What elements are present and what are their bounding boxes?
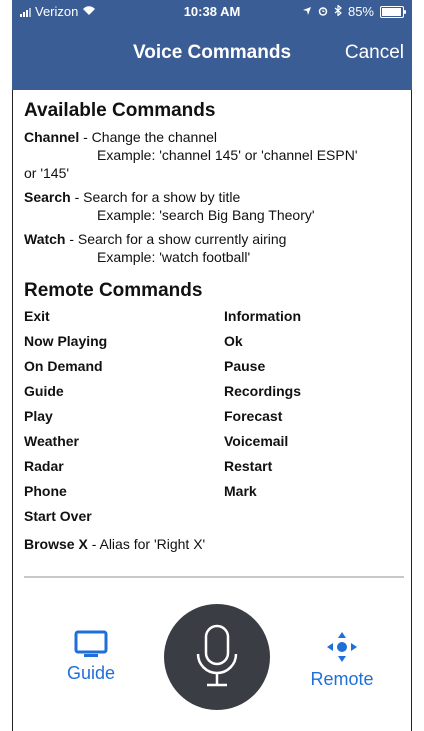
command-search: Search - Search for a show by title Exam… <box>24 188 404 224</box>
navigation-bar: Voice Commands Cancel <box>12 38 412 74</box>
command-name: Channel <box>24 129 80 145</box>
remote-tab-label: Remote <box>310 669 374 689</box>
command-name: Watch <box>24 231 66 247</box>
location-arrow-icon <box>302 4 312 19</box>
remote-command: Exit <box>24 308 50 324</box>
command-example: Example: 'search Big Bang Theory' <box>97 207 315 223</box>
dpad-icon <box>302 630 382 669</box>
remote-command: Ok <box>224 333 243 349</box>
status-bar: Verizon 10:38 AM 85% <box>12 0 412 22</box>
remote-command: Radar <box>24 458 64 474</box>
remote-command: Voicemail <box>224 433 289 449</box>
command-example: Example: 'watch football' <box>97 249 251 265</box>
remote-tab[interactable]: Remote <box>302 630 382 690</box>
remote-command: Guide <box>24 383 64 399</box>
browse-command-desc: - Alias for 'Right X' <box>87 536 206 552</box>
remote-command: Phone <box>24 483 67 499</box>
commands-content: Available Commands Channel - Change the … <box>24 100 404 552</box>
battery-percent: 85% <box>347 4 374 19</box>
command-example-extra: or '145' <box>24 165 70 181</box>
browse-command-name: Browse X <box>24 536 88 552</box>
command-desc: - Change the channel <box>79 129 217 145</box>
command-example: Example: 'channel 145' or 'channel ESPN' <box>97 147 358 163</box>
remote-command: On Demand <box>24 358 103 374</box>
battery-icon <box>380 5 406 18</box>
header: Verizon 10:38 AM 85% Voice Commands Canc… <box>12 0 412 90</box>
remote-command: Now Playing <box>24 333 108 349</box>
remote-command: Pause <box>224 358 266 374</box>
guide-tab-label: Guide <box>66 663 116 683</box>
remote-command: Restart <box>224 458 273 474</box>
command-channel: Channel - Change the channel Example: 'c… <box>24 128 404 182</box>
microphone-button[interactable] <box>164 604 270 710</box>
remote-command: Start Over <box>24 508 92 524</box>
remote-commands-heading: Remote Commands <box>24 280 203 301</box>
tv-icon <box>56 630 126 663</box>
command-watch: Watch - Search for a show currently airi… <box>24 230 404 266</box>
remote-command: Play <box>24 408 53 424</box>
remote-command: Mark <box>224 483 257 499</box>
command-desc: - Search for a show by title <box>70 189 241 205</box>
remote-command: Weather <box>24 433 79 449</box>
command-desc: - Search for a show currently airing <box>65 231 287 247</box>
remote-command: Information <box>224 308 301 324</box>
microphone-icon <box>196 624 238 687</box>
bottom-bar: Guide Remote <box>12 580 412 731</box>
bluetooth-icon <box>334 4 342 19</box>
guide-tab[interactable]: Guide <box>56 630 126 684</box>
browse-command: Browse X - Alias for 'Right X' <box>24 536 205 552</box>
alarm-icon <box>318 4 328 19</box>
remote-command: Forecast <box>224 408 283 424</box>
remote-command: Recordings <box>224 383 302 399</box>
command-name: Search <box>24 189 71 205</box>
cancel-button[interactable]: Cancel <box>345 42 404 64</box>
available-commands-heading: Available Commands <box>24 100 216 121</box>
divider <box>24 576 404 578</box>
status-right: 85% <box>302 4 406 19</box>
